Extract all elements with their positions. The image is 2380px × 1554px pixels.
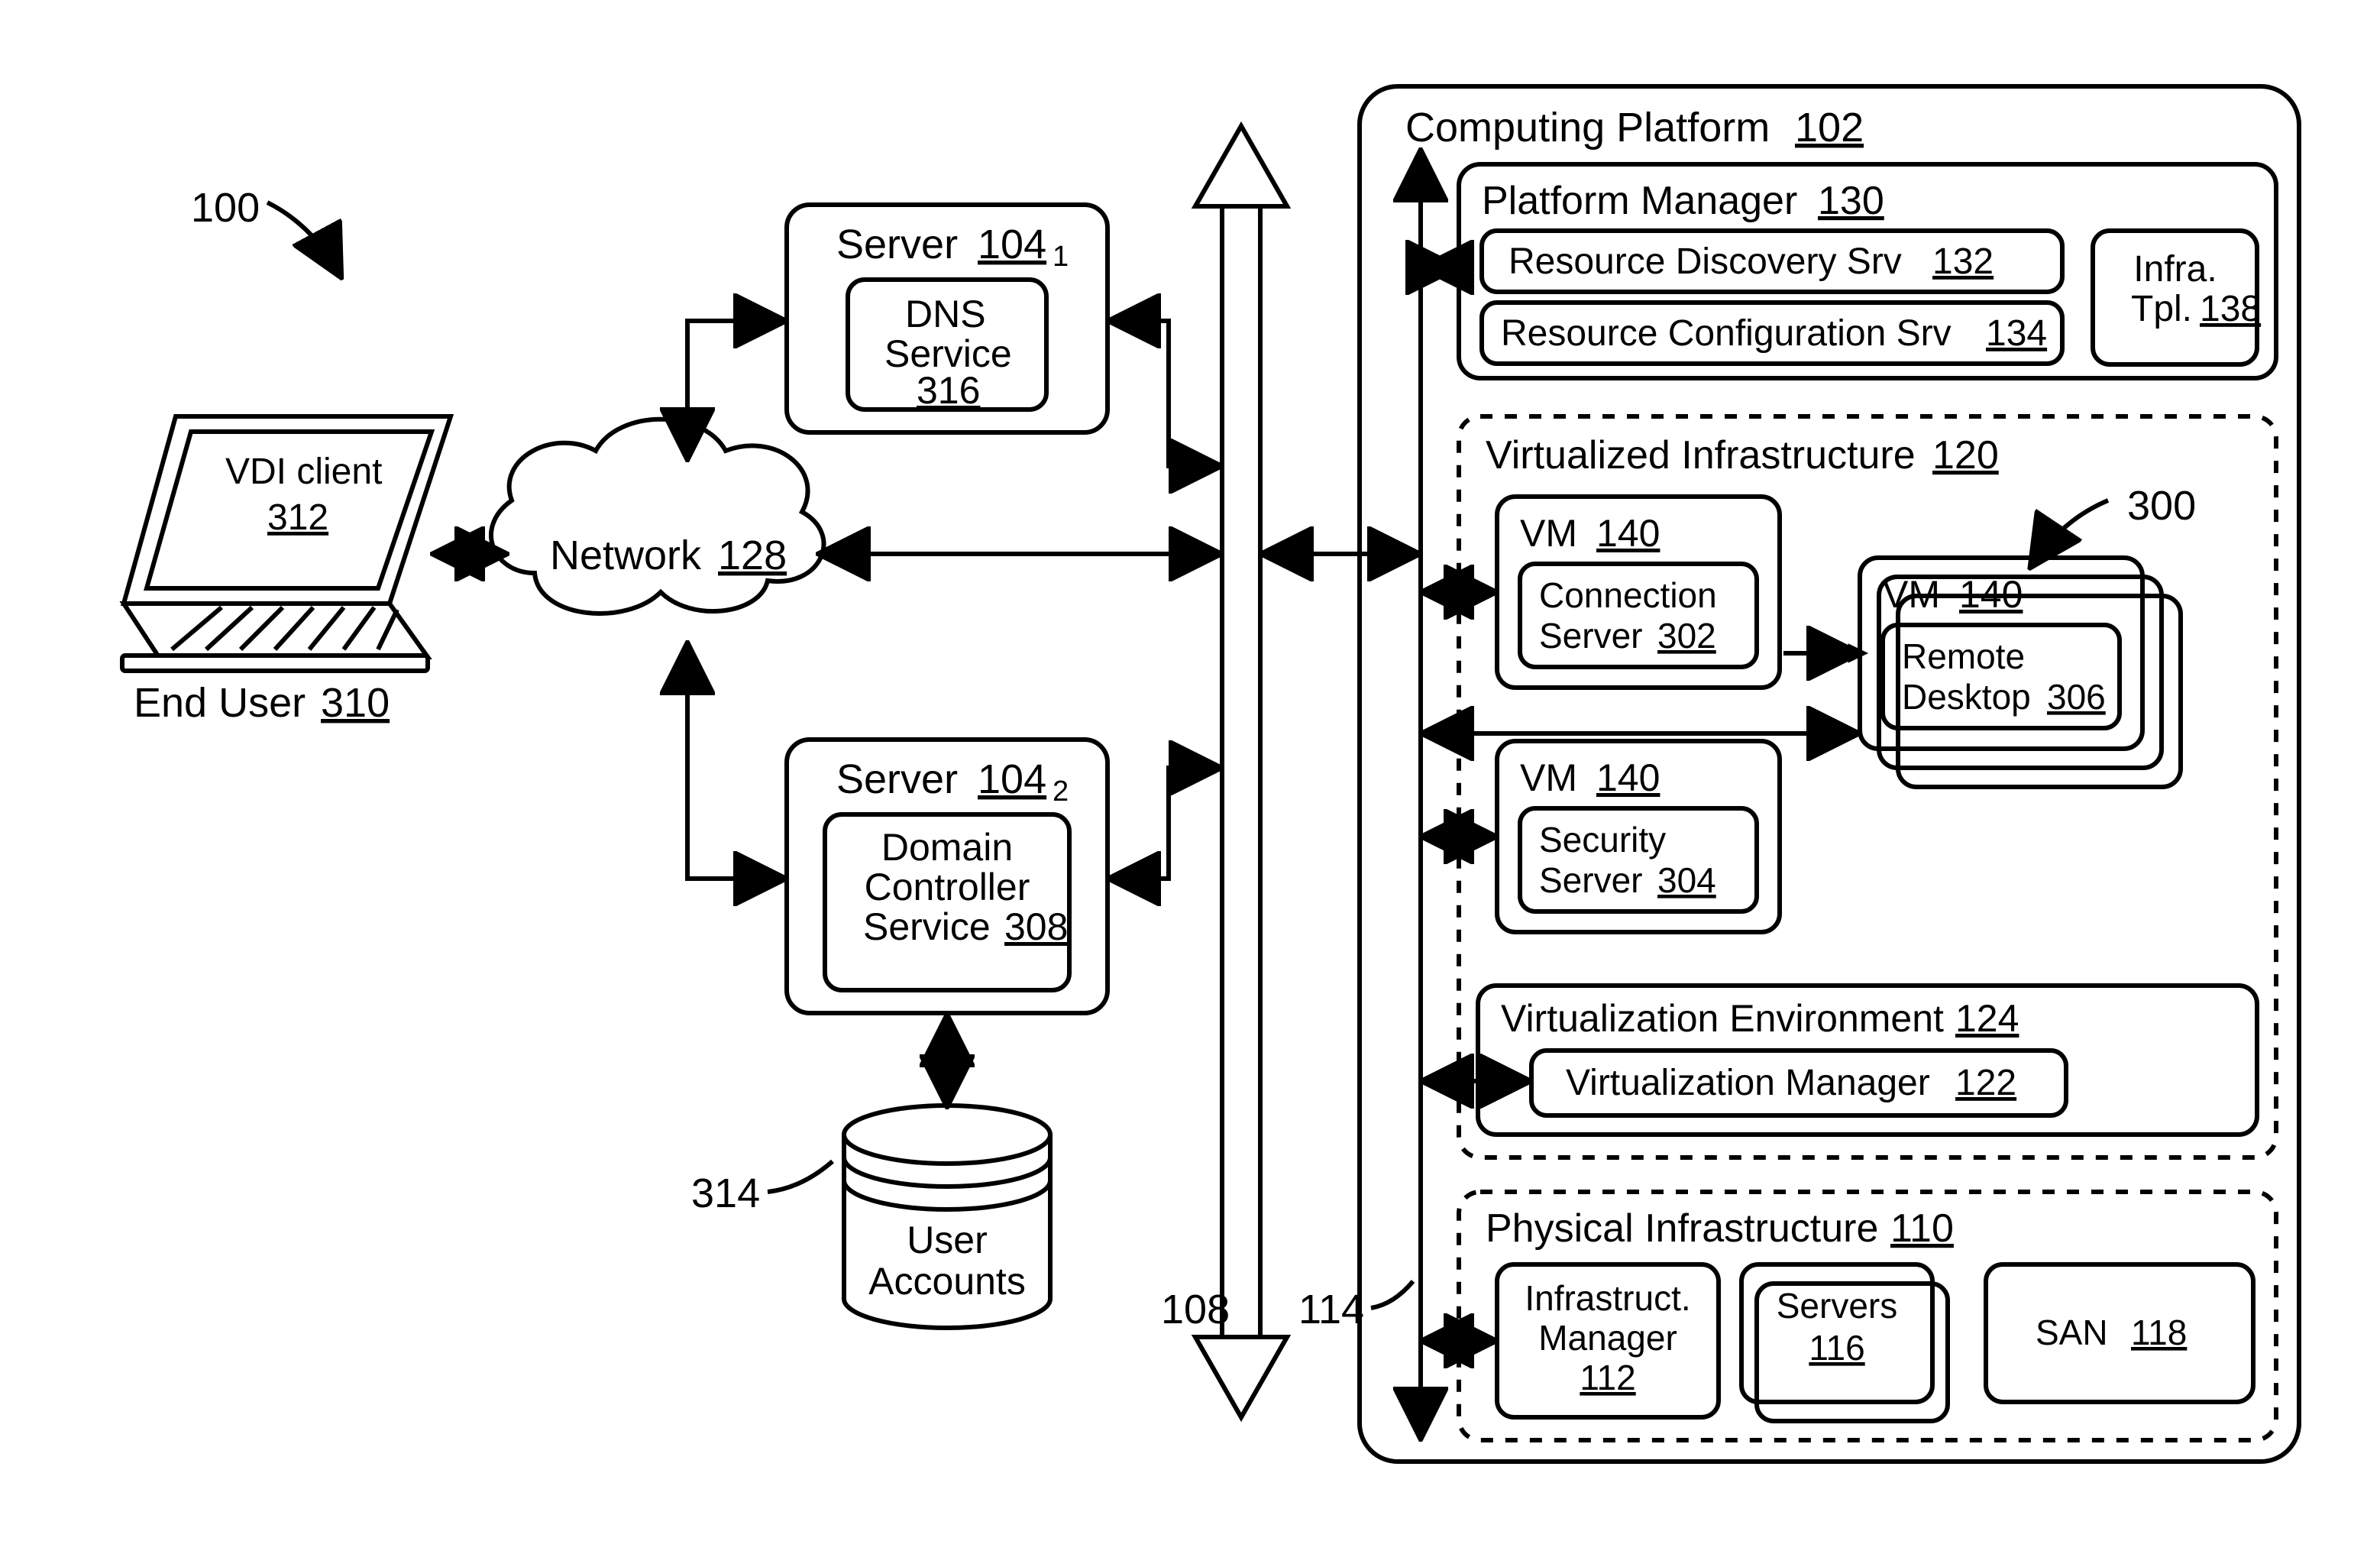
right-bus-ref: 114 [1298, 1287, 1364, 1332]
end-user-ref: 310 [321, 680, 390, 726]
dc-l1: Domain [881, 826, 1013, 869]
tpl-l1: Infra. [2133, 249, 2217, 290]
server2-ref: 104 [978, 756, 1046, 802]
vm-conn-label: VM [1520, 512, 1577, 555]
user-accounts-db: User Accounts [844, 1106, 1050, 1328]
ua-l2: Accounts [868, 1260, 1026, 1303]
rcs-ref: 134 [1986, 313, 2047, 354]
rcs-label: Resource Configuration Srv [1501, 313, 1952, 354]
pi-label: Physical Infrastructure [1486, 1206, 1878, 1251]
env-label: Virtualization Environment [1501, 997, 1944, 1040]
network-cloud: Network 128 [491, 419, 823, 614]
ua-ref: 314 [691, 1170, 760, 1216]
server1-label: Server [836, 222, 958, 267]
vdi-client-label: VDI client [225, 452, 382, 492]
rds-label: Resource Discovery Srv [1509, 241, 1902, 282]
vi-ref: 120 [1932, 433, 1999, 478]
dc-l3: Service [863, 905, 991, 948]
dns-l1: DNS [905, 293, 986, 335]
env-mgr-label: Virtualization Manager [1566, 1063, 1930, 1103]
network-label: Network [550, 533, 702, 578]
vdi-client-ref: 312 [267, 497, 328, 538]
server1-sub: 1 [1053, 241, 1069, 273]
vm-sec-ref: 140 [1596, 756, 1660, 799]
san-label: SAN [2036, 1313, 2108, 1352]
vm-sec-i2: Server [1539, 860, 1642, 900]
vm-rd-i1: Remote [1902, 636, 2025, 676]
tpl-l2: Tpl. [2131, 289, 2192, 329]
vm-conn-iref: 302 [1657, 616, 1716, 656]
rds-ref: 132 [1932, 241, 1994, 282]
physical-infrastructure: Physical Infrastructure 110 Infrastruct.… [1459, 1192, 2276, 1440]
server1-ref: 104 [978, 222, 1046, 267]
vm-rd-ref: 140 [1959, 573, 2023, 616]
vm-sec-iref: 304 [1657, 860, 1716, 900]
vm-sec-label: VM [1520, 756, 1577, 799]
env-ref: 124 [1955, 997, 2019, 1040]
vm-sec-i1: Security [1539, 820, 1666, 860]
vi-label: Virtualized Infrastructure [1486, 433, 1916, 478]
ua-ref-connector [768, 1161, 833, 1192]
env-mgr-ref: 122 [1955, 1063, 2016, 1103]
srv-ref: 116 [1809, 1328, 1864, 1368]
vm-rd-iref: 306 [2047, 677, 2106, 717]
server-2: Server 104 2 Domain Controller Service 3… [787, 740, 1108, 1013]
cp-ref: 102 [1795, 105, 1864, 151]
dc-ref: 308 [1004, 905, 1068, 948]
left-bus-ref: 108 [1161, 1287, 1230, 1332]
im-ref: 112 [1580, 1358, 1635, 1397]
right-bus-connector [1371, 1281, 1413, 1308]
conn-cloud-s2 [687, 646, 783, 879]
conn-s1-bus [1111, 321, 1218, 466]
system-ref: 100 [191, 185, 260, 231]
server2-label: Server [836, 756, 958, 802]
network-ref: 128 [718, 533, 787, 578]
left-bus [1195, 126, 1287, 1417]
platform-manager: Platform Manager 130 Resource Discovery … [1459, 164, 2276, 378]
ua-l1: User [907, 1219, 988, 1261]
vm-conn-i1: Connection [1539, 575, 1717, 615]
system-arrow [267, 202, 340, 275]
san-ref: 118 [2131, 1313, 2187, 1352]
dns-ref: 316 [917, 369, 980, 412]
end-user-laptop: VDI client 312 [122, 416, 451, 671]
virtualized-infrastructure: Virtualized Infrastructure 120 300 VM 14… [1459, 416, 2276, 1157]
pm-label: Platform Manager [1482, 179, 1797, 223]
server2-sub: 2 [1053, 775, 1069, 808]
srv-label: Servers [1777, 1286, 1897, 1326]
vm-rd-i2: Desktop [1902, 677, 2031, 717]
vm-conn-ref: 140 [1596, 512, 1660, 555]
conn-s2-bus [1111, 768, 1218, 879]
tpl-ref: 138 [2200, 289, 2261, 329]
im-l1: Infrastruct. [1525, 1278, 1690, 1318]
end-user-label: End User [134, 680, 306, 726]
vm-conn-i2: Server [1539, 616, 1642, 656]
pm-ref: 130 [1818, 179, 1884, 223]
server-1: Server 104 1 DNS Service 316 [787, 205, 1108, 432]
vdi-ref: 300 [2127, 483, 2196, 529]
vm-rd-label: VM [1883, 573, 1940, 616]
diagram-canvas: 100 VDI client 312 End User 310 Network … [0, 0, 2380, 1554]
im-l2: Manager [1538, 1318, 1677, 1358]
dc-l2: Controller [865, 866, 1030, 908]
pi-ref: 110 [1890, 1206, 1954, 1251]
cp-label: Computing Platform [1405, 105, 1770, 151]
